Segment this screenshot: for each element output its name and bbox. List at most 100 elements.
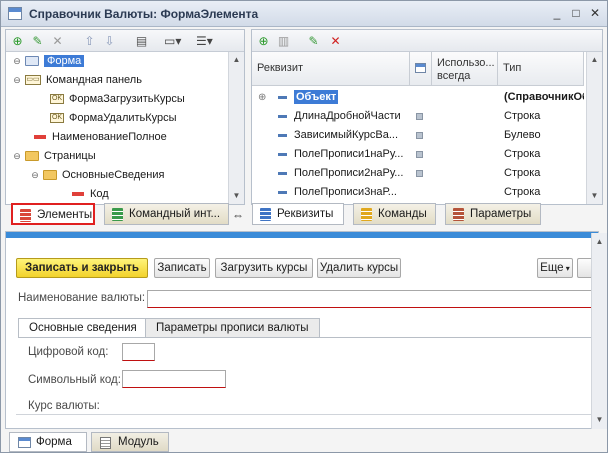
tree-item-label: НаименованиеПолное — [52, 131, 167, 143]
table-row[interactable]: ⊕ Объект (СправочникОб — [252, 88, 584, 107]
folder-icon — [25, 151, 39, 162]
tree-item-delete-rates[interactable]: OK ФормаУдалитьКурсы — [50, 109, 177, 128]
column-header-always[interactable]: Использо... всегда — [432, 52, 498, 86]
tree-item-load-rates[interactable]: OK ФормаЗагрузитьКурсы — [50, 90, 185, 109]
table-row[interactable]: ДлинаДробнойЧасти Строка — [252, 107, 584, 126]
delete-icon[interactable]: ✕ — [328, 34, 343, 49]
edit-icon[interactable]: ✎ — [306, 34, 321, 49]
tree-item-full-name[interactable]: НаименованиеПолное — [34, 128, 167, 147]
module-icon — [100, 437, 111, 449]
preview-scrollbar[interactable]: ▲ ▼ — [591, 233, 607, 429]
add-column-icon[interactable]: ▥ — [276, 34, 291, 49]
edit-icon[interactable]: ✎ — [30, 34, 45, 49]
tab-attributes[interactable]: Реквизиты — [252, 203, 344, 225]
attribute-type: Строка — [504, 167, 541, 179]
attributes-rows: ⊕ Объект (СправочникОб ДлинаДробнойЧасти Стр… — [252, 88, 584, 204]
use-always-checkbox[interactable] — [416, 151, 423, 158]
tree-item-command-panel[interactable]: ⊖ ▭▭ Командная панель — [12, 71, 142, 90]
attribute-type: (СправочникОб — [504, 91, 584, 103]
scroll-down-icon[interactable]: ▼ — [589, 190, 600, 201]
properties-icon[interactable]: ▤ — [134, 34, 149, 49]
maximize-icon[interactable]: □ — [569, 6, 583, 20]
expand-icon[interactable]: ⊕ — [258, 88, 266, 107]
view-mode-icon[interactable]: ▭▾ — [164, 34, 181, 49]
commands-icon — [361, 208, 372, 221]
attribute-icon — [278, 95, 287, 99]
attribute-icon — [278, 152, 287, 156]
attribute-name: ЗависимыйКурсВа... — [294, 129, 399, 141]
tree-item-code[interactable]: Код — [72, 185, 109, 204]
collapse-icon[interactable]: ⊖ — [30, 166, 40, 185]
tab-label: Форма — [36, 436, 72, 448]
title-bar: Справочник Валюты: ФормаЭлемента _ □ ✕ — [1, 1, 607, 27]
tab-spelling-params[interactable]: Параметры прописи валюты — [145, 318, 320, 338]
table-row[interactable]: ПолеПрописи3наР... Строка — [252, 183, 584, 202]
digit-code-field[interactable] — [122, 343, 155, 361]
column-header-icon — [410, 52, 432, 86]
tree-item-basic-info[interactable]: ⊖ ОсновныеСведения — [30, 166, 164, 185]
column-header-name[interactable]: Реквизит — [252, 52, 410, 86]
preview-header-bar — [6, 232, 598, 238]
tree-item-pages[interactable]: ⊖ Страницы — [12, 147, 95, 166]
save-button[interactable]: Записать — [154, 258, 210, 278]
close-icon[interactable]: ✕ — [588, 6, 602, 20]
collapse-icon[interactable]: ⊖ — [12, 71, 22, 90]
use-always-checkbox[interactable] — [416, 132, 423, 139]
move-down-icon[interactable]: ⇩ — [102, 34, 117, 49]
tab-label: Реквизиты — [277, 208, 334, 220]
add-attribute-icon[interactable]: ⊕ — [256, 34, 271, 49]
attribute-name: ПолеПрописи3наР... — [294, 186, 397, 198]
tab-parameters[interactable]: Параметры — [445, 203, 541, 225]
attribute-name: ПолеПрописи2наРу... — [294, 167, 404, 179]
tree-item-label: ФормаЗагрузитьКурсы — [69, 93, 185, 105]
use-always-checkbox[interactable] — [416, 113, 423, 120]
attribute-type: Строка — [504, 148, 541, 160]
elements-tree-pane: ⊕ ✎ ✕ ⇧ ⇩ ▤ ▭▾ ☰▾ ⊖ Форма ⊖ ▭▭ Командная па… — [5, 29, 245, 205]
scroll-up-icon[interactable]: ▲ — [231, 54, 242, 65]
attributes-toolbar: ⊕ ▥ ✎ ✕ — [252, 30, 602, 52]
elements-icon — [20, 209, 31, 222]
table-row[interactable]: ПолеПрописи1наРу... Строка — [252, 145, 584, 164]
tab-commands[interactable]: Команды — [353, 203, 436, 225]
minimize-icon[interactable]: _ — [550, 6, 564, 20]
splitter-resize-icon[interactable]: ⇔ — [232, 208, 244, 222]
tab-command-interface[interactable]: Командный инт... — [104, 203, 229, 225]
collapse-icon[interactable]: ⊖ — [12, 52, 22, 71]
attributes-table: Реквизит Использо... всегда Тип ⊕ Объект (… — [252, 52, 584, 204]
tab-form[interactable]: Форма — [9, 432, 87, 452]
save-close-button[interactable]: Записать и закрыть — [16, 258, 148, 278]
attribute-icon — [278, 133, 287, 137]
use-always-checkbox[interactable] — [416, 170, 423, 177]
tree-item-form[interactable]: ⊖ Форма — [12, 52, 85, 71]
load-rates-button[interactable]: Загрузить курсы — [215, 258, 313, 278]
tab-basic-info[interactable]: Основные сведения — [18, 318, 148, 338]
move-up-icon[interactable]: ⇧ — [82, 34, 97, 49]
table-row[interactable]: ПолеПрописи2наРу... Строка — [252, 164, 584, 183]
attributes-scrollbar[interactable]: ▲ ▼ — [586, 52, 602, 204]
table-row[interactable]: ЗависимыйКурсВа... Булево — [252, 126, 584, 145]
currency-name-field[interactable] — [147, 290, 597, 308]
attribute-type: Строка — [504, 186, 541, 198]
scroll-up-icon[interactable]: ▲ — [589, 54, 600, 65]
column-header-type[interactable]: Тип — [498, 52, 584, 86]
delete-rates-button[interactable]: Удалить курсы — [317, 258, 401, 278]
more-button[interactable]: Еще ▾ — [537, 258, 573, 278]
tree-item-label: ФормаУдалитьКурсы — [69, 112, 177, 124]
dropdown-arrow-icon: ▾ — [563, 264, 570, 273]
symbol-code-field[interactable] — [122, 370, 226, 388]
scroll-down-icon[interactable]: ▼ — [231, 190, 242, 201]
scroll-up-icon[interactable]: ▲ — [594, 236, 605, 247]
attribute-icon — [278, 171, 287, 175]
scroll-down-icon[interactable]: ▼ — [594, 414, 605, 425]
delete-icon[interactable]: ✕ — [50, 34, 65, 49]
more-actions-icon[interactable]: ☰▾ — [196, 34, 213, 49]
form-editor-window: Справочник Валюты: ФормаЭлемента _ □ ✕ ⊕… — [0, 0, 608, 453]
tree-scrollbar[interactable]: ▲ ▼ — [228, 52, 244, 204]
add-icon[interactable]: ⊕ — [10, 34, 25, 49]
collapse-icon[interactable]: ⊖ — [12, 147, 22, 166]
tab-elements[interactable]: Элементы — [11, 203, 95, 225]
table-icon — [415, 63, 426, 73]
tab-module[interactable]: Модуль — [91, 432, 169, 452]
form-preview: Записать и закрыть Записать Загрузить ку… — [5, 231, 599, 429]
attribute-icon — [278, 114, 287, 118]
